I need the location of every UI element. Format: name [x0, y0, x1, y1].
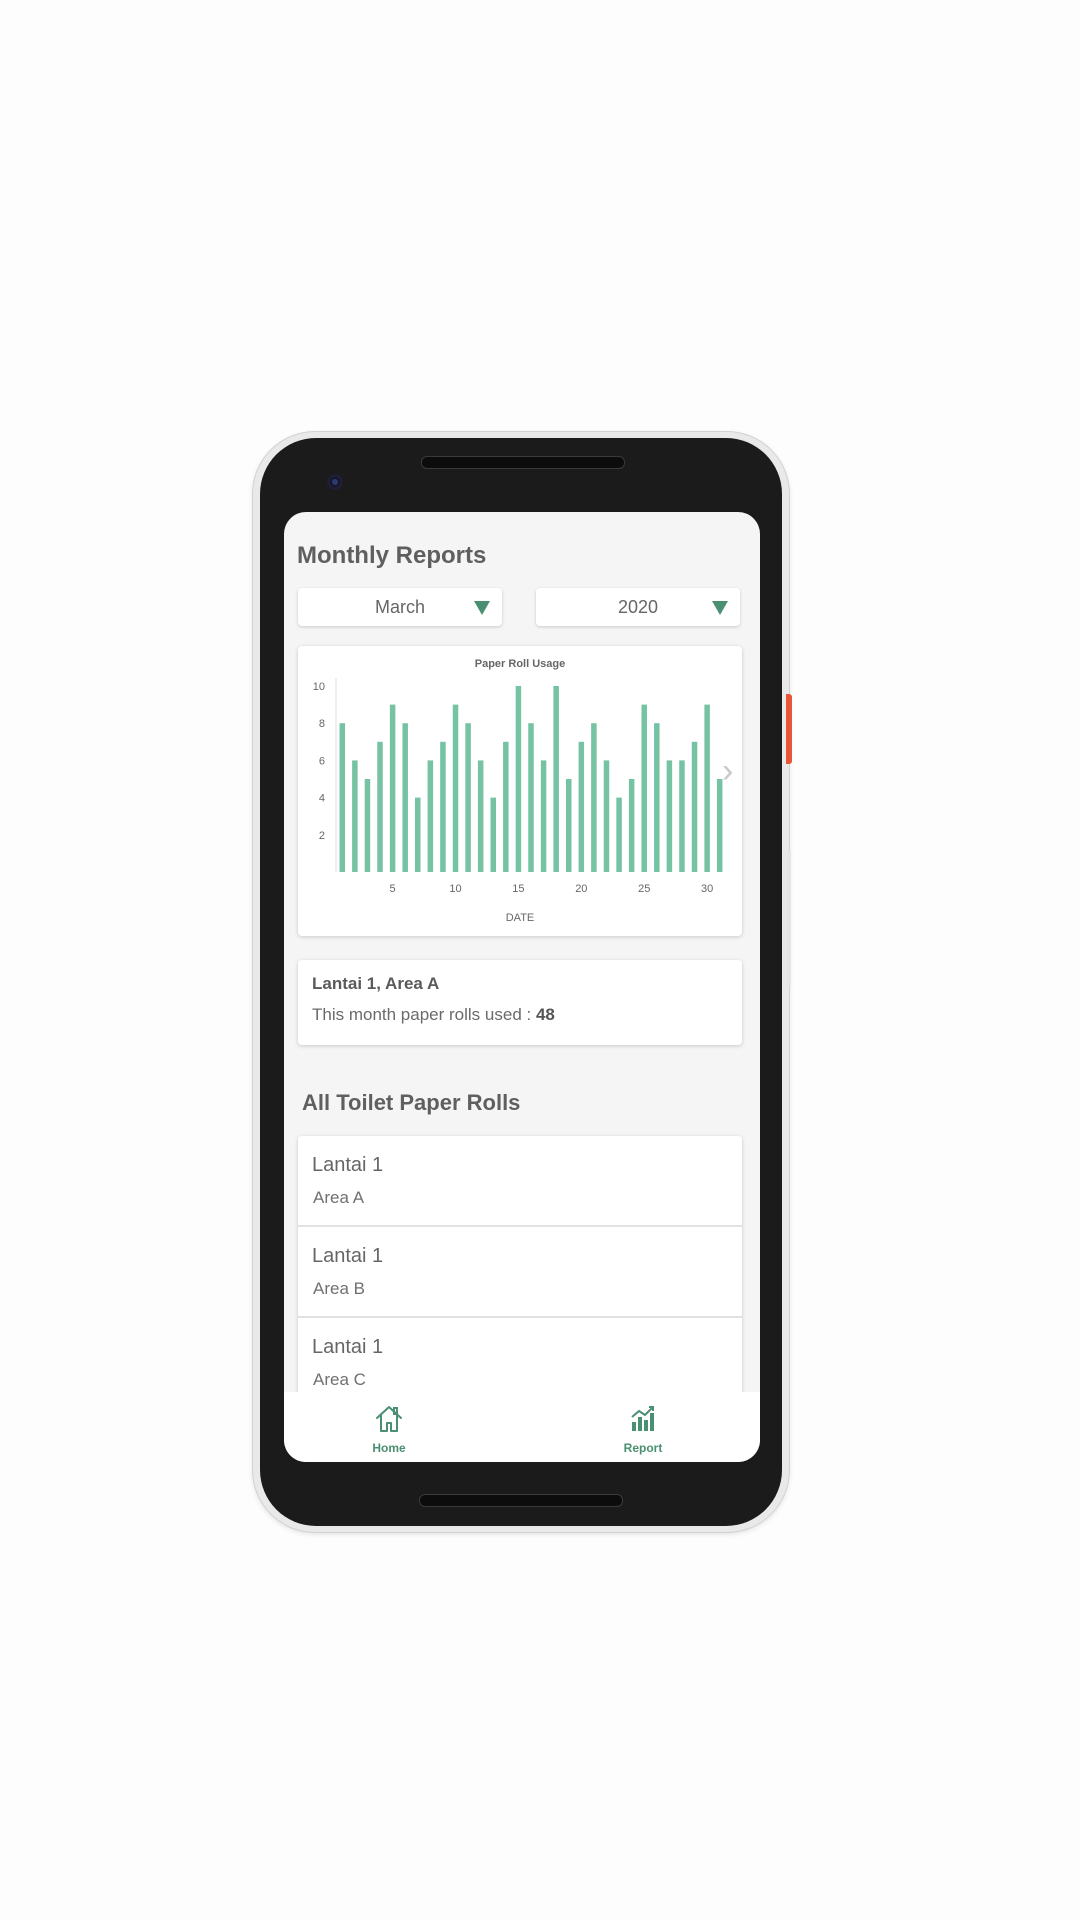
- chart-bar: [565, 779, 572, 872]
- chart-bar: [452, 704, 459, 872]
- roll-floor: Lantai 1: [312, 1245, 384, 1267]
- nav-report-label: Report: [623, 1441, 663, 1455]
- chart-bar: [415, 797, 421, 872]
- month-select-value: March: [374, 597, 425, 617]
- chart-bar: [477, 760, 484, 872]
- chart-bar: [339, 723, 346, 872]
- chart-bar: [503, 741, 509, 872]
- chart-bar: [578, 741, 585, 872]
- nav-home[interactable]: Home: [349, 1404, 429, 1455]
- y-tick-label: 6: [319, 755, 325, 767]
- x-tick-label: 10: [449, 883, 461, 895]
- x-tick-label: 15: [512, 883, 524, 895]
- chart-bar: [377, 741, 383, 872]
- bottom-nav: Home Report: [284, 1392, 760, 1462]
- chart-bar: [691, 741, 698, 872]
- roll-floor: Lantai 1: [312, 1154, 384, 1176]
- chart-icon: [631, 1406, 654, 1431]
- chart-bar: [515, 686, 522, 872]
- y-tick-label: 2: [319, 830, 325, 842]
- chart-bar: [616, 797, 622, 872]
- power-button: [786, 694, 792, 764]
- month-select[interactable]: March: [298, 588, 502, 626]
- dropdown-arrow-icon: [712, 601, 728, 615]
- roll-area: Area C: [313, 1370, 366, 1389]
- nav-home-label: Home: [372, 1441, 406, 1455]
- chart-bar: [628, 779, 635, 872]
- x-tick-label: 5: [390, 883, 396, 895]
- roll-area: Area A: [313, 1188, 365, 1207]
- chart-bar: [528, 723, 534, 872]
- chart-bar: [704, 704, 710, 872]
- summary-usage-value: 48: [535, 1005, 555, 1024]
- page-title: Monthly Reports: [297, 542, 487, 569]
- y-tick-label: 10: [313, 681, 325, 693]
- summary-usage: This month paper rolls used : 48: [312, 1005, 555, 1025]
- chart-bar: [352, 760, 358, 872]
- y-tick-label: 4: [319, 793, 325, 805]
- chart-bar: [364, 779, 371, 872]
- app-screen: Monthly Reports March 2020 Paper Roll Us…: [284, 512, 760, 1462]
- usage-chart: Paper Roll Usage 2 4 6 8 10 5 10 15 20 25 30 DATE: [313, 658, 723, 924]
- roll-list: Lantai 1 Area A Lantai 1 Area B Lantai 1…: [298, 1136, 742, 1409]
- chart-bar: [389, 704, 396, 872]
- chart-title: Paper Roll Usage: [475, 658, 565, 670]
- chevron-right-icon[interactable]: ›: [722, 754, 733, 788]
- list-item[interactable]: Lantai 1 Area B: [298, 1227, 742, 1318]
- chart-bar: [440, 741, 446, 872]
- y-tick-label: 8: [319, 718, 325, 730]
- x-tick-label: 25: [638, 883, 650, 895]
- chart-bar: [666, 760, 673, 872]
- x-tick-label: 30: [701, 883, 713, 895]
- list-item[interactable]: Lantai 1 Area A: [298, 1136, 742, 1227]
- summary-usage-label: This month paper rolls used :: [312, 1005, 536, 1024]
- x-tick-label: 20: [575, 883, 587, 895]
- chart-bar: [679, 760, 685, 872]
- chart-bar: [427, 760, 434, 872]
- summary-location: Lantai 1, Area A: [312, 974, 440, 993]
- chart-bar: [490, 797, 497, 872]
- usage-chart-card: Paper Roll Usage 2 4 6 8 10 5 10 15 20 25 30 DATE ›: [298, 646, 742, 936]
- home-icon: [376, 1406, 402, 1432]
- chart-bar: [540, 760, 547, 872]
- bottom-speaker: [419, 1494, 623, 1507]
- nav-report[interactable]: Report: [603, 1404, 683, 1455]
- chart-bar: [402, 723, 408, 872]
- chart-bar: [641, 704, 647, 872]
- roll-area: Area B: [313, 1279, 365, 1298]
- dropdown-arrow-icon: [474, 601, 490, 615]
- chart-bar: [654, 723, 660, 872]
- chart-bar: [716, 779, 723, 872]
- volume-button: [787, 850, 791, 986]
- chart-bar: [553, 686, 559, 872]
- top-speaker: [421, 456, 625, 469]
- x-axis-label: DATE: [506, 912, 535, 924]
- section-title: All Toilet Paper Rolls: [302, 1090, 521, 1115]
- front-camera: [327, 474, 343, 490]
- summary-card: Lantai 1, Area A This month paper rolls …: [298, 960, 742, 1045]
- chart-bar: [465, 723, 471, 872]
- chart-bar: [591, 723, 597, 872]
- roll-floor: Lantai 1: [312, 1336, 384, 1358]
- year-select-value: 2020: [617, 597, 659, 617]
- year-select[interactable]: 2020: [536, 588, 740, 626]
- chart-bar: [603, 760, 610, 872]
